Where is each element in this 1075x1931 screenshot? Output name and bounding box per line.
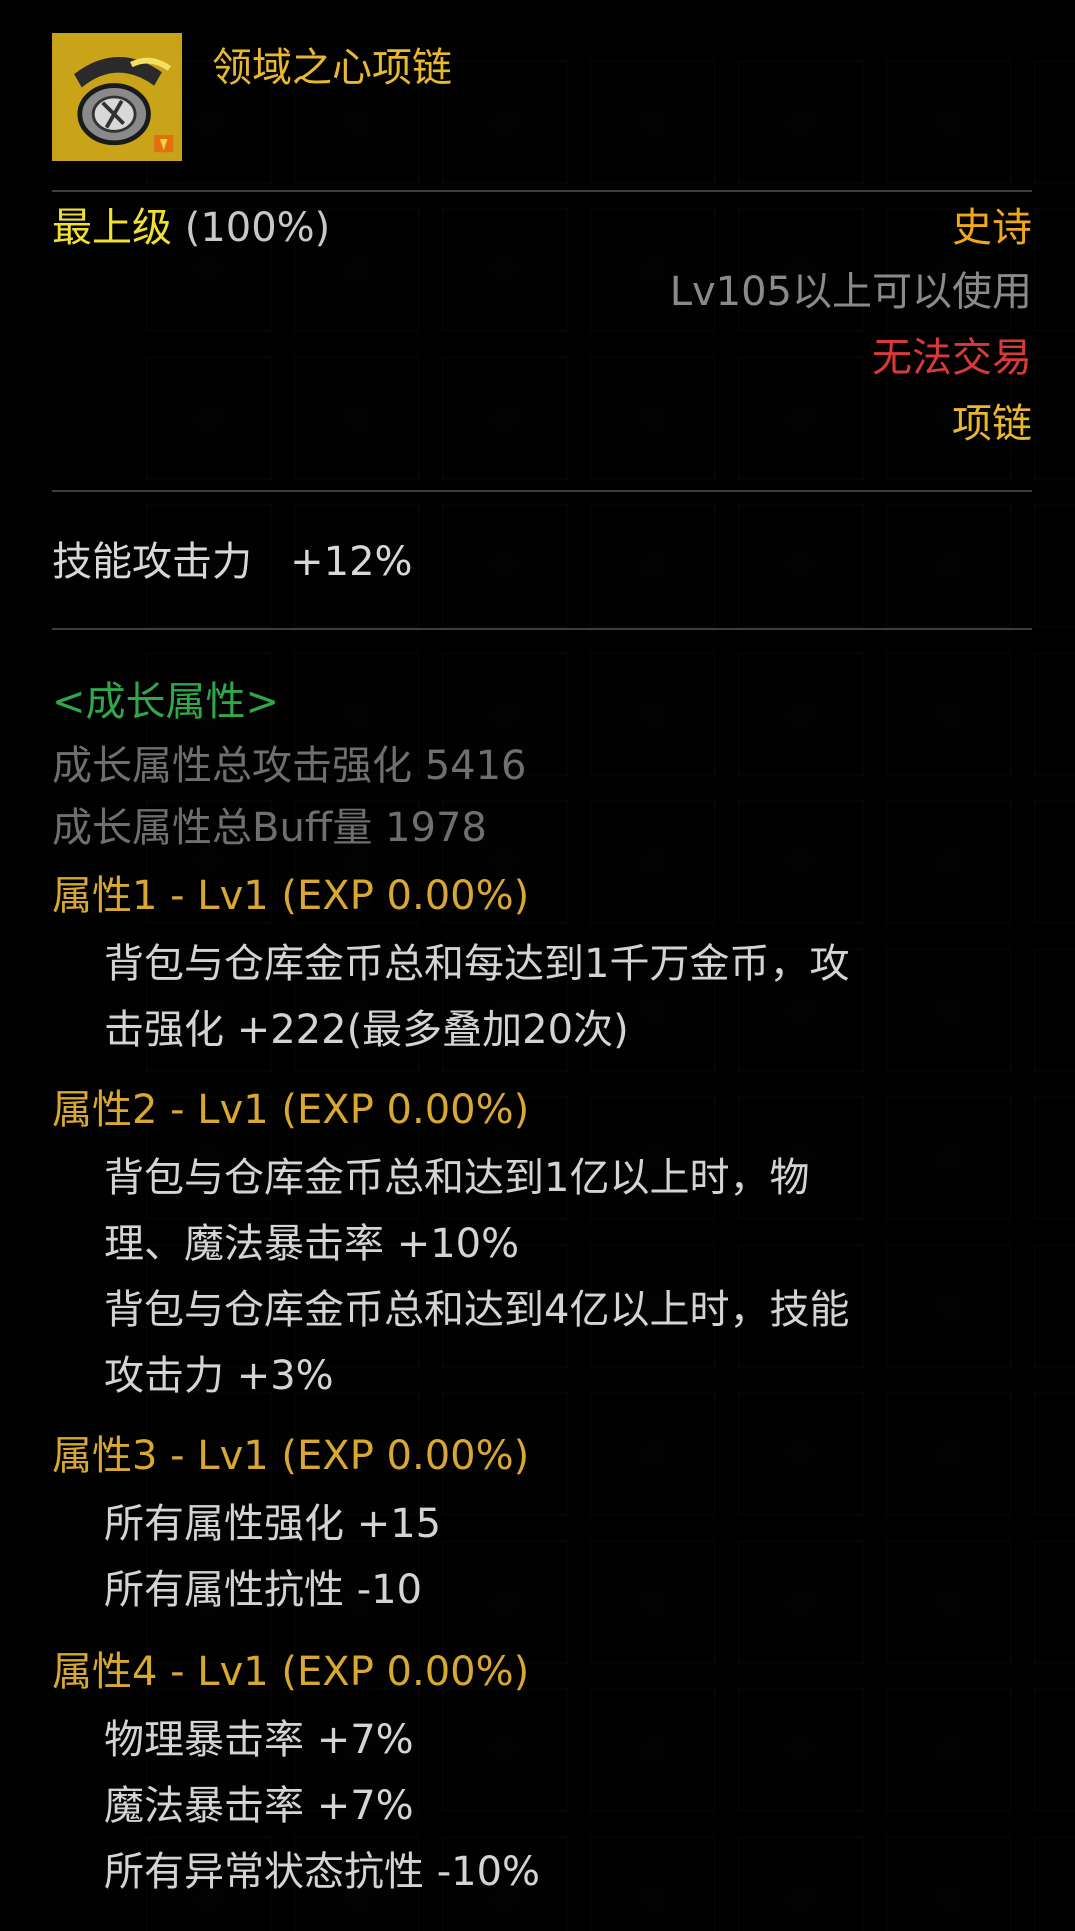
property-header: 属性4 - Lv1 (EXP 0.00%) bbox=[52, 1649, 530, 1695]
property-line: 背包与仓库金币总和每达到1千万金币，攻 bbox=[104, 941, 850, 987]
property-header: 属性3 - Lv1 (EXP 0.00%) bbox=[52, 1433, 530, 1479]
base-stat: 技能攻击力 +12% bbox=[52, 539, 413, 585]
item-grade: 最上级 (100%) bbox=[52, 200, 330, 256]
property-line: 所有属性抗性 -10 bbox=[104, 1567, 423, 1613]
divider bbox=[52, 190, 1032, 192]
property-line: 击强化 +222(最多叠加20次) bbox=[104, 1007, 629, 1053]
property-line: 魔法暴击率 +7% bbox=[104, 1783, 414, 1829]
property-line: 所有异常状态抗性 -10% bbox=[104, 1849, 541, 1895]
divider bbox=[52, 628, 1032, 630]
item-name: 领域之心项链 bbox=[212, 45, 452, 91]
property-line: 所有属性强化 +15 bbox=[104, 1501, 442, 1547]
property-line: 背包与仓库金币总和达到4亿以上时，技能 bbox=[104, 1287, 850, 1333]
trade-status: 无法交易 bbox=[872, 335, 1032, 381]
necklace-icon bbox=[52, 33, 182, 161]
property-header: 属性1 - Lv1 (EXP 0.00%) bbox=[52, 873, 530, 919]
grade-percent: (100%) bbox=[184, 205, 331, 251]
divider bbox=[52, 490, 1032, 492]
property-header: 属性2 - Lv1 (EXP 0.00%) bbox=[52, 1087, 530, 1133]
level-requirement: Lv105以上可以使用 bbox=[669, 269, 1032, 315]
property-line: 背包与仓库金币总和达到1亿以上时，物 bbox=[104, 1155, 810, 1201]
item-tooltip: 领域之心项链 最上级 (100%) 史诗 Lv105以上可以使用 无法交易 项链… bbox=[0, 0, 1075, 1931]
slot-type: 项链 bbox=[952, 401, 1032, 447]
property-line: 物理暴击率 +7% bbox=[104, 1717, 414, 1763]
growth-total-buff: 成长属性总Buff量 1978 bbox=[52, 805, 487, 851]
grade-label: 最上级 bbox=[52, 205, 172, 251]
item-rarity: 史诗 bbox=[952, 205, 1032, 251]
growth-title: <成长属性> bbox=[52, 679, 280, 725]
growth-total-attack: 成长属性总攻击强化 5416 bbox=[52, 743, 527, 789]
property-line: 攻击力 +3% bbox=[104, 1353, 334, 1399]
property-line: 理、魔法暴击率 +10% bbox=[104, 1221, 520, 1267]
